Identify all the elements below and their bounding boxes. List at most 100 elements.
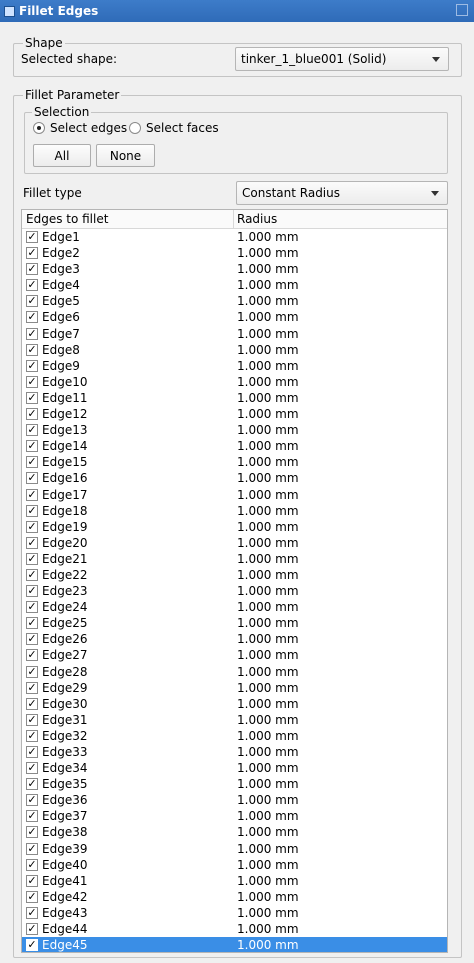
checkbox-checked-icon[interactable]: ✓ — [26, 504, 38, 517]
checkbox-checked-icon[interactable]: ✓ — [26, 826, 38, 839]
checkbox-checked-icon[interactable]: ✓ — [26, 231, 38, 243]
table-row[interactable]: ✓ Edge18 1.000 mm — [22, 503, 447, 519]
checkbox-checked-icon[interactable]: ✓ — [26, 536, 38, 549]
checkbox-checked-icon[interactable]: ✓ — [26, 794, 38, 807]
checkbox-checked-icon[interactable]: ✓ — [26, 568, 38, 581]
checkbox-checked-icon[interactable]: ✓ — [26, 939, 38, 952]
checkbox-checked-icon[interactable]: ✓ — [26, 279, 38, 292]
edge-radius[interactable]: 1.000 mm — [237, 470, 299, 486]
edge-radius[interactable]: 1.000 mm — [237, 615, 299, 631]
checkbox-checked-icon[interactable]: ✓ — [26, 472, 38, 485]
table-row[interactable]: ✓ Edge8 1.000 mm — [22, 342, 447, 358]
table-row[interactable]: ✓ Edge26 1.000 mm — [22, 631, 447, 647]
edge-radius[interactable]: 1.000 mm — [237, 841, 299, 857]
radio-unchecked-icon[interactable] — [129, 122, 141, 134]
edge-radius[interactable]: 1.000 mm — [237, 776, 299, 792]
checkbox-checked-icon[interactable]: ✓ — [26, 810, 38, 823]
checkbox-checked-icon[interactable]: ✓ — [26, 327, 38, 340]
checkbox-checked-icon[interactable]: ✓ — [26, 778, 38, 791]
table-row[interactable]: ✓ Edge40 1.000 mm — [22, 857, 447, 873]
table-row[interactable]: ✓ Edge5 1.000 mm — [22, 293, 447, 309]
table-row[interactable]: ✓ Edge16 1.000 mm — [22, 470, 447, 486]
table-row[interactable]: ✓ Edge15 1.000 mm — [22, 454, 447, 470]
table-row[interactable]: ✓ Edge31 1.000 mm — [22, 712, 447, 728]
table-row[interactable]: ✓ Edge22 1.000 mm — [22, 567, 447, 583]
checkbox-checked-icon[interactable]: ✓ — [26, 408, 38, 421]
edge-radius[interactable]: 1.000 mm — [237, 551, 299, 567]
checkbox-checked-icon[interactable]: ✓ — [26, 585, 38, 598]
edge-radius[interactable]: 1.000 mm — [237, 567, 299, 583]
edge-radius[interactable]: 1.000 mm — [237, 889, 299, 905]
edge-radius[interactable]: 1.000 mm — [237, 309, 299, 325]
table-row[interactable]: ✓ Edge1 1.000 mm — [22, 229, 447, 245]
edge-radius[interactable]: 1.000 mm — [237, 390, 299, 406]
table-row[interactable]: ✓ Edge37 1.000 mm — [22, 808, 447, 824]
table-row[interactable]: ✓ Edge30 1.000 mm — [22, 696, 447, 712]
edge-radius[interactable]: 1.000 mm — [237, 406, 299, 422]
edge-radius[interactable]: 1.000 mm — [237, 438, 299, 454]
radio-checked-icon[interactable] — [33, 122, 45, 134]
edge-radius[interactable]: 1.000 mm — [237, 342, 299, 358]
table-row[interactable]: ✓ Edge10 1.000 mm — [22, 374, 447, 390]
edge-radius[interactable]: 1.000 mm — [237, 664, 299, 680]
checkbox-checked-icon[interactable]: ✓ — [26, 633, 38, 646]
edge-radius[interactable]: 1.000 mm — [237, 326, 299, 342]
edge-radius[interactable]: 1.000 mm — [237, 905, 299, 921]
table-row[interactable]: ✓ Edge34 1.000 mm — [22, 760, 447, 776]
table-row[interactable]: ✓ Edge24 1.000 mm — [22, 599, 447, 615]
table-row[interactable]: ✓ Edge44 1.000 mm — [22, 921, 447, 937]
table-row[interactable]: ✓ Edge43 1.000 mm — [22, 905, 447, 921]
checkbox-checked-icon[interactable]: ✓ — [26, 762, 38, 775]
edge-radius[interactable]: 1.000 mm — [237, 808, 299, 824]
checkbox-checked-icon[interactable]: ✓ — [26, 729, 38, 742]
close-icon[interactable] — [456, 4, 468, 16]
edge-radius[interactable]: 1.000 mm — [237, 728, 299, 744]
edge-radius[interactable]: 1.000 mm — [237, 293, 299, 309]
edge-radius[interactable]: 1.000 mm — [237, 792, 299, 808]
edge-radius[interactable]: 1.000 mm — [237, 583, 299, 599]
checkbox-checked-icon[interactable]: ✓ — [26, 649, 38, 662]
checkbox-checked-icon[interactable]: ✓ — [26, 665, 38, 678]
checkbox-checked-icon[interactable]: ✓ — [26, 842, 38, 855]
edge-radius[interactable]: 1.000 mm — [237, 229, 299, 245]
checkbox-checked-icon[interactable]: ✓ — [26, 874, 38, 887]
checkbox-checked-icon[interactable]: ✓ — [26, 617, 38, 630]
none-button[interactable]: None — [96, 144, 155, 167]
edge-radius[interactable]: 1.000 mm — [237, 712, 299, 728]
checkbox-checked-icon[interactable]: ✓ — [26, 601, 38, 614]
checkbox-checked-icon[interactable]: ✓ — [26, 681, 38, 694]
fillet-type-combo[interactable]: Constant Radius — [236, 181, 448, 205]
table-row[interactable]: ✓ Edge7 1.000 mm — [22, 326, 447, 342]
checkbox-checked-icon[interactable]: ✓ — [26, 890, 38, 903]
edge-radius[interactable]: 1.000 mm — [237, 519, 299, 535]
edge-radius[interactable]: 1.000 mm — [237, 696, 299, 712]
select-faces-radio[interactable]: Select faces — [129, 121, 219, 135]
edge-radius[interactable]: 1.000 mm — [237, 245, 299, 261]
table-row[interactable]: ✓ Edge11 1.000 mm — [22, 390, 447, 406]
edge-radius[interactable]: 1.000 mm — [237, 760, 299, 776]
select-edges-radio[interactable]: Select edges — [33, 121, 127, 135]
edge-radius[interactable]: 1.000 mm — [237, 454, 299, 470]
checkbox-checked-icon[interactable]: ✓ — [26, 311, 38, 324]
edges-table[interactable]: Edges to fillet Radius ✓ Edge1 1.000 mm ✓ Ed… — [21, 209, 448, 953]
checkbox-checked-icon[interactable]: ✓ — [26, 424, 38, 437]
checkbox-checked-icon[interactable]: ✓ — [26, 906, 38, 919]
all-button[interactable]: All — [33, 144, 91, 167]
edge-radius[interactable]: 1.000 mm — [237, 503, 299, 519]
edge-radius[interactable]: 1.000 mm — [237, 535, 299, 551]
checkbox-checked-icon[interactable]: ✓ — [26, 295, 38, 308]
table-row[interactable]: ✓ Edge42 1.000 mm — [22, 889, 447, 905]
checkbox-checked-icon[interactable]: ✓ — [26, 343, 38, 356]
checkbox-checked-icon[interactable]: ✓ — [26, 391, 38, 404]
checkbox-checked-icon[interactable]: ✓ — [26, 923, 38, 936]
edge-radius[interactable]: 1.000 mm — [237, 921, 299, 937]
selected-shape-combo[interactable]: tinker_1_blue001 (Solid) — [235, 47, 449, 71]
checkbox-checked-icon[interactable]: ✓ — [26, 440, 38, 453]
checkbox-checked-icon[interactable]: ✓ — [26, 552, 38, 565]
table-row[interactable]: ✓ Edge32 1.000 mm — [22, 728, 447, 744]
edge-radius[interactable]: 1.000 mm — [237, 261, 299, 277]
edge-radius[interactable]: 1.000 mm — [237, 824, 299, 840]
table-row[interactable]: ✓ Edge21 1.000 mm — [22, 551, 447, 567]
edge-radius[interactable]: 1.000 mm — [237, 680, 299, 696]
checkbox-checked-icon[interactable]: ✓ — [26, 263, 38, 276]
